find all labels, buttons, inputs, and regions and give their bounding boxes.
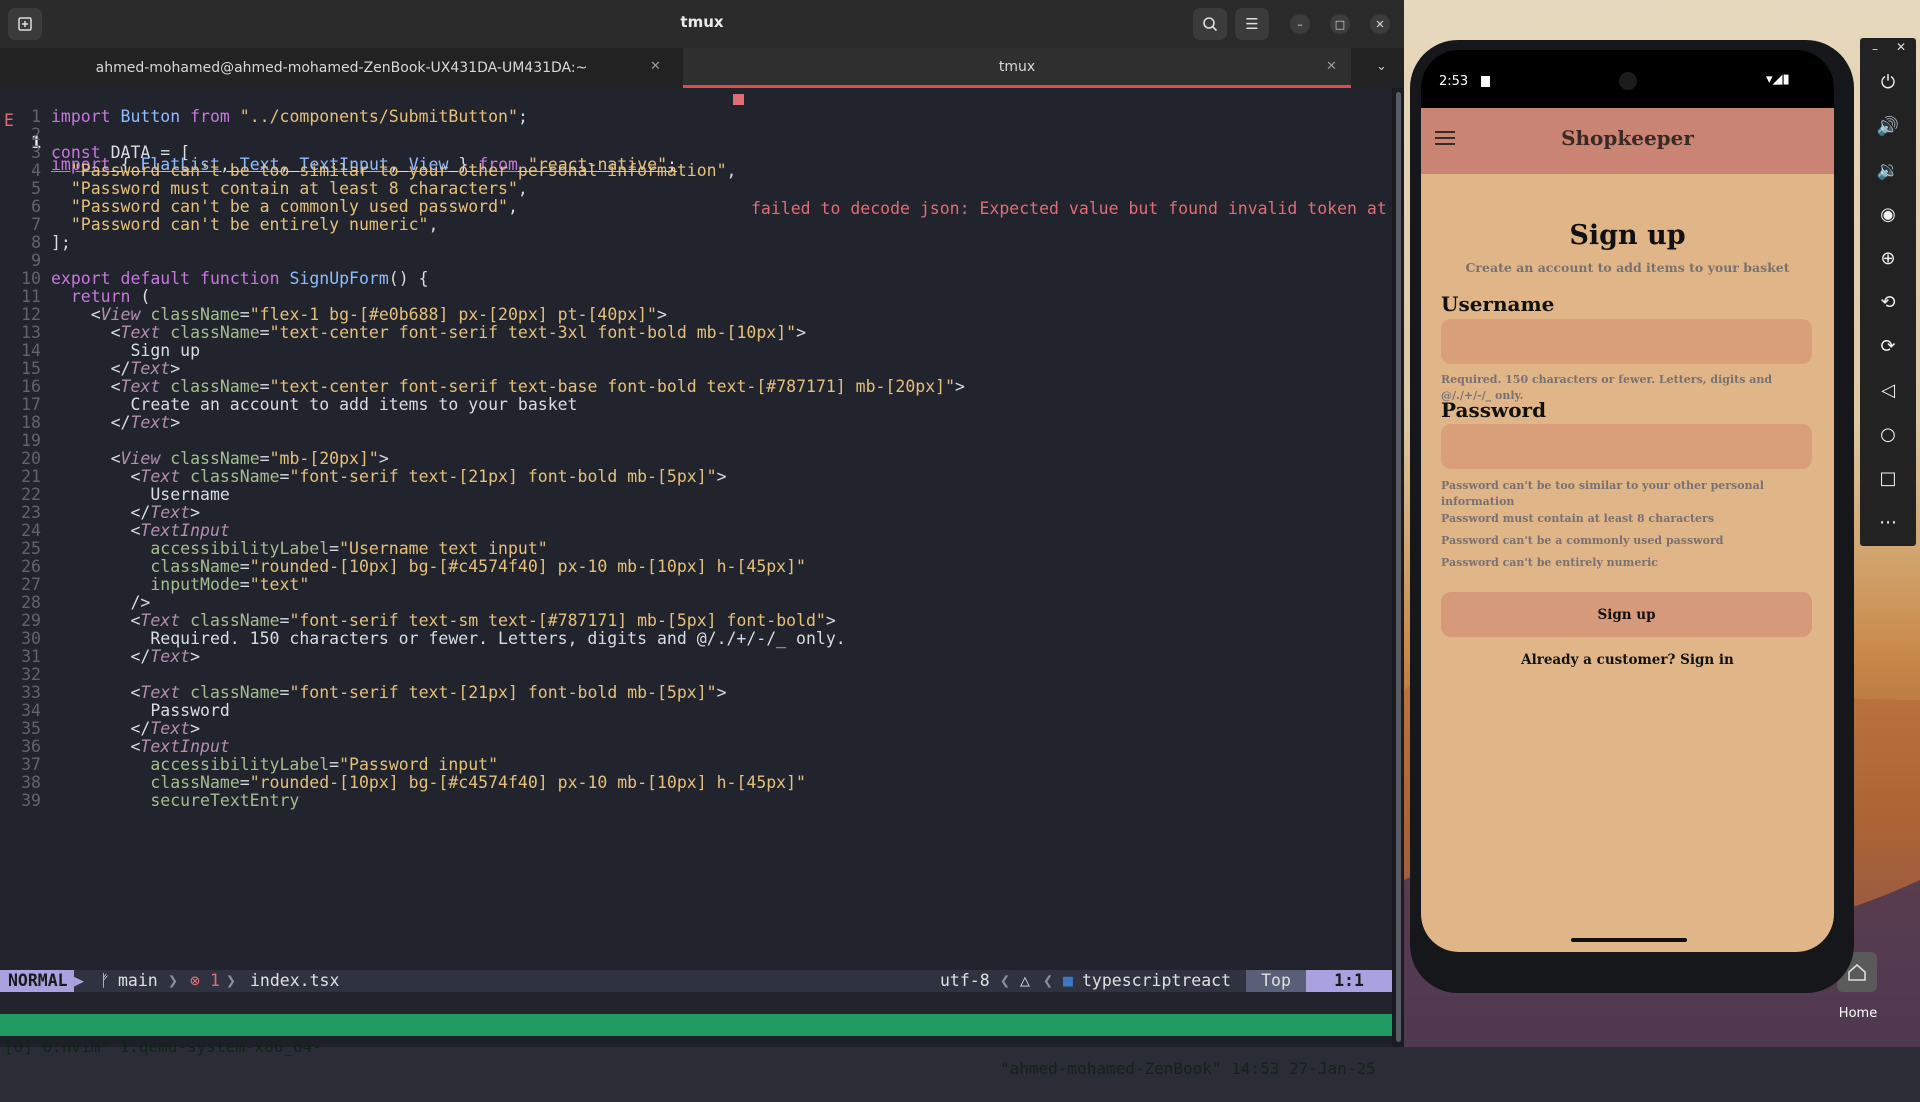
error-count-icon: ⊗	[190, 971, 200, 990]
signup-heading: Sign up	[1569, 220, 1686, 251]
app-screen: Shopkeeper Sign up Create an account to …	[1421, 108, 1834, 952]
signin-link[interactable]: Already a customer? Sign in	[1421, 652, 1834, 668]
tab-label: ahmed-mohamed@ahmed-mohamed-ZenBook-UX43…	[95, 60, 588, 76]
home-gesture-bar[interactable]	[1571, 938, 1687, 942]
power-icon[interactable]: ⏻	[1860, 60, 1916, 104]
chevron-down-icon[interactable]: ⌄	[1376, 59, 1387, 74]
tmux-windows: [0] 0:nvim* 1:qemu-system-x86_64-	[4, 1037, 322, 1056]
scrollbar-thumb[interactable]	[1396, 92, 1401, 1042]
signup-subheading: Create an account to add items to your b…	[1465, 260, 1790, 275]
username-label: Username	[1441, 292, 1555, 316]
zoom-icon[interactable]: ⊕	[1860, 236, 1916, 280]
overview-icon[interactable]: □	[1860, 456, 1916, 500]
editor-line: 39 secureTextEntry	[0, 790, 1392, 812]
wifi-signal-battery-icon: ▾◢▮	[1766, 72, 1790, 87]
close-icon[interactable]: ✕	[1896, 40, 1906, 54]
app-title: Shopkeeper	[1561, 126, 1694, 150]
code-text: secureTextEntry	[150, 791, 300, 810]
tab-close-icon[interactable]: ✕	[650, 59, 661, 74]
title-bar: tmux ☰ – □ ✕	[0, 0, 1404, 48]
rotate-left-icon[interactable]: ⟲	[1860, 280, 1916, 324]
volume-up-icon[interactable]: 🔊	[1860, 104, 1916, 148]
password-rule: Password can't be a commonly used passwo…	[1441, 534, 1724, 547]
camera-cutout	[1619, 72, 1637, 90]
password-input[interactable]	[1441, 424, 1812, 469]
tab-label: tmux	[998, 58, 1036, 75]
password-label: Password	[1441, 398, 1547, 422]
file-type: typescriptreact	[1082, 971, 1232, 990]
mode-indicator: NORMAL	[0, 970, 74, 992]
password-rule: Password must contain at least 8 charact…	[1441, 512, 1715, 525]
tab-bar: ahmed-mohamed@ahmed-mohamed-ZenBook-UX43…	[0, 48, 1404, 88]
code-editor[interactable]: E 1 import { FlatList, Text, TextInput, …	[0, 88, 1392, 970]
rotate-right-icon[interactable]: ⟳	[1860, 324, 1916, 368]
git-branch-icon: ᚠ	[100, 971, 110, 990]
more-icon[interactable]: ⋯	[1860, 500, 1916, 544]
status-time: 2:53	[1439, 74, 1469, 89]
tmux-host-time: "ahmed-mohamed-ZenBook" 14:53 27-Jan-25	[1000, 1059, 1376, 1078]
app-bar: Shopkeeper	[1421, 108, 1834, 174]
menu-icon[interactable]: ☰	[1235, 8, 1269, 40]
git-branch: main	[118, 971, 158, 990]
cursor-position: 1:1	[1306, 970, 1392, 992]
vim-statusline: NORMAL ▶ ᚠ main ❯ ⊗ 1 ❯ index.tsx utf-8 …	[0, 970, 1392, 992]
tab-home-shell[interactable]: ahmed-mohamed@ahmed-mohamed-ZenBook-UX43…	[0, 48, 683, 88]
line-number: 39	[21, 791, 41, 810]
error-marker-icon	[733, 94, 744, 105]
back-icon[interactable]: ◁	[1860, 368, 1916, 412]
tmux-status-bar: [0] 0:nvim* 1:qemu-system-x86_64- "ahmed…	[0, 1014, 1392, 1078]
emulator-controls: – ✕ ⏻ 🔊 🔉 ◉ ⊕ ⟲ ⟳ ◁ ○ □ ⋯	[1860, 38, 1916, 546]
phone-screen: 2:53 ▾◢▮ Shopkeeper Sign up Create an ac…	[1421, 50, 1834, 952]
volume-down-icon[interactable]: 🔉	[1860, 148, 1916, 192]
typescript-icon: ■	[1063, 971, 1073, 990]
username-input[interactable]	[1441, 319, 1812, 364]
search-icon[interactable]	[1193, 8, 1227, 40]
password-rule: Password can't be too similar to your ot…	[1441, 479, 1764, 508]
camera-icon[interactable]: ◉	[1860, 192, 1916, 236]
home-label[interactable]: Home	[1834, 1006, 1882, 1021]
signup-button[interactable]: Sign up	[1441, 592, 1812, 637]
home-icon[interactable]: ○	[1860, 412, 1916, 456]
minimize-icon[interactable]: –	[1290, 14, 1310, 34]
password-rule: Password can't be entirely numeric	[1441, 556, 1658, 569]
notification-icon	[1481, 76, 1490, 87]
error-count: 1	[210, 971, 220, 990]
linux-icon: △	[1020, 971, 1030, 990]
minimize-icon[interactable]: –	[1872, 42, 1878, 56]
scroll-position: Top	[1246, 970, 1306, 992]
maximize-icon[interactable]: □	[1330, 14, 1350, 34]
tab-close-icon[interactable]: ✕	[1326, 59, 1337, 74]
terminal-window: tmux ☰ – □ ✕ ahmed-mohamed@ahmed-mohamed…	[0, 0, 1404, 1078]
tab-tmux[interactable]: tmux	[683, 48, 1351, 88]
close-icon[interactable]: ✕	[1370, 14, 1390, 34]
file-name: index.tsx	[250, 971, 340, 990]
file-encoding: utf-8	[940, 971, 990, 990]
